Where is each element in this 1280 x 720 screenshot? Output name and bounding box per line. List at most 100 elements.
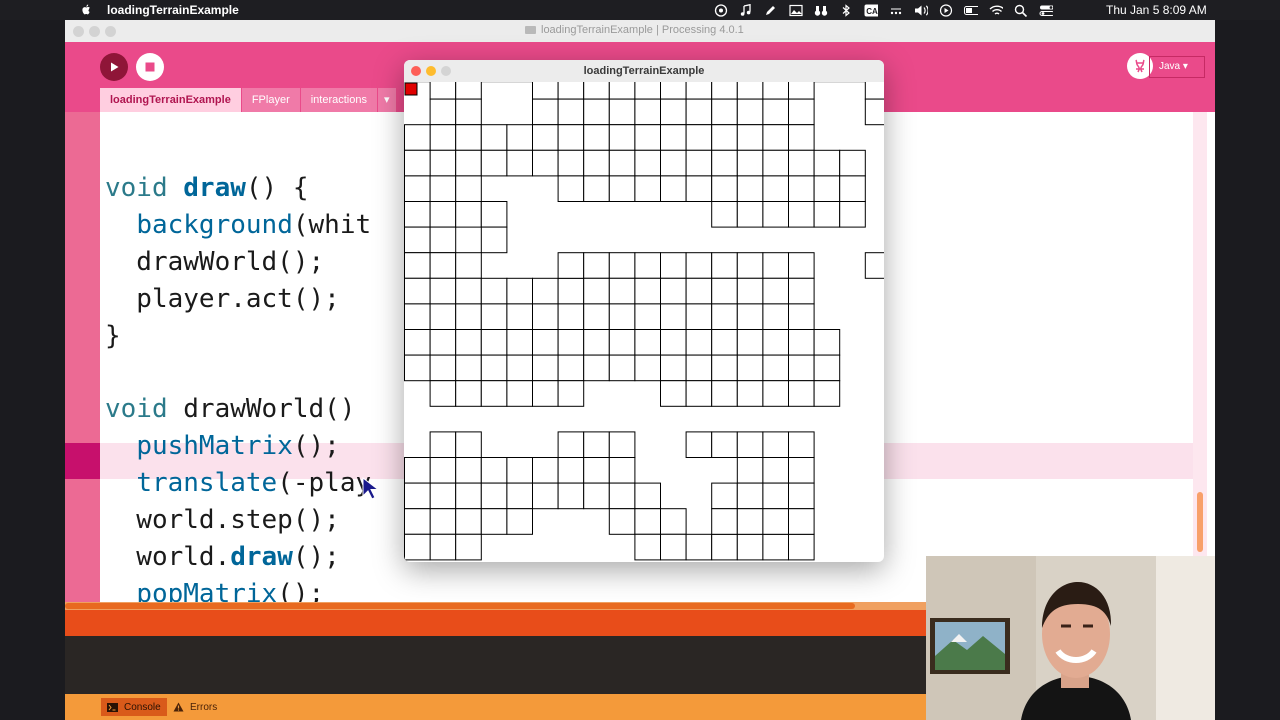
- search-icon[interactable]: [1014, 4, 1028, 17]
- terrain-tile: [788, 533, 815, 561]
- terrain-tile: [557, 277, 585, 305]
- terrain-tile: [788, 252, 815, 279]
- tab-loadingterrainexample[interactable]: loadingTerrainExample: [100, 88, 242, 112]
- terrain-tile: [660, 175, 687, 203]
- terrain-tile: [608, 175, 636, 203]
- bluetooth-icon[interactable]: [839, 3, 853, 17]
- code-line-49[interactable]: void draw() {: [105, 173, 309, 203]
- terrain-tile: [711, 277, 738, 305]
- terrain-tile: [608, 98, 636, 126]
- code-line-52[interactable]: player.act();: [105, 284, 340, 314]
- status-icons: CA: [714, 2, 1053, 18]
- play-triangle-icon: [111, 62, 119, 72]
- terrain-tile: [480, 508, 508, 535]
- terrain-tile: [685, 533, 713, 561]
- sketch-titlebar[interactable]: loadingTerrainExample: [404, 60, 884, 83]
- terrain-tile: [634, 98, 661, 126]
- terrain-tile: [660, 303, 687, 330]
- terrain-tile: [429, 277, 457, 305]
- menu-clock[interactable]: Thu Jan 5 8:09 AM: [1106, 3, 1207, 17]
- terrain-tile: [685, 329, 713, 356]
- terrain-tile: [788, 303, 815, 330]
- terrain-tile: [455, 303, 482, 330]
- terrain-tile: [736, 431, 764, 458]
- terrain-tile: [532, 98, 559, 126]
- terrain-tile: [762, 380, 789, 407]
- terrain-tile: [480, 277, 508, 305]
- stop-button[interactable]: [136, 53, 164, 81]
- terrain-tile: [660, 354, 687, 382]
- wifi-icon[interactable]: [989, 4, 1003, 17]
- terrain-tile: [532, 303, 559, 330]
- code-line-53[interactable]: }: [105, 321, 121, 351]
- pen-icon[interactable]: [764, 4, 778, 17]
- zoom-dot-inactive[interactable]: [105, 26, 116, 37]
- terrain-tile: [788, 124, 815, 151]
- terrain-tile: [762, 252, 789, 279]
- terrain-tile: [583, 303, 610, 330]
- image-icon[interactable]: [789, 4, 803, 17]
- close-dot-inactive[interactable]: [73, 26, 84, 37]
- terrain-tile: [788, 175, 815, 203]
- code-line-58[interactable]: world.step();: [105, 505, 340, 535]
- horizontal-scrollbar-thumb[interactable]: [65, 603, 855, 609]
- run-button[interactable]: [100, 53, 128, 81]
- binoculars-icon[interactable]: [814, 4, 828, 17]
- control-center-icon[interactable]: [1039, 4, 1053, 17]
- processing-titlebar[interactable]: loadingTerrainExample | Processing 4.0.1: [65, 20, 1215, 43]
- console-tab[interactable]: Console: [101, 698, 167, 716]
- sketch-window[interactable]: loadingTerrainExample: [404, 60, 884, 562]
- tab-fplayer[interactable]: FPlayer: [241, 88, 301, 112]
- terrain-tile: [404, 354, 431, 382]
- terrain-tile: [736, 354, 764, 382]
- terrain-tile: [736, 533, 764, 561]
- terrain-tile: [557, 303, 585, 330]
- terrain-tile: [736, 149, 764, 177]
- console-tab-label: Console: [124, 701, 161, 713]
- music-icon[interactable]: [739, 3, 753, 17]
- active-app-name[interactable]: loadingTerrainExample: [107, 3, 239, 17]
- apple-icon[interactable]: [80, 3, 93, 16]
- terrain-tile: [736, 175, 764, 203]
- sketch-canvas[interactable]: [404, 82, 884, 562]
- terrain-tile: [813, 354, 841, 382]
- terrain-tile: [685, 252, 713, 279]
- battery-icon[interactable]: [964, 4, 978, 17]
- terrain-tile: [404, 277, 431, 305]
- code-line-56[interactable]: pushMatrix();: [105, 431, 340, 461]
- terrain-tile: [788, 98, 815, 126]
- mode-selector[interactable]: Java ▾: [1149, 56, 1205, 78]
- terrain-tile: [583, 149, 610, 177]
- terrain-tile: [736, 380, 764, 407]
- code-line-59[interactable]: world.draw();: [105, 542, 340, 572]
- code-line-51[interactable]: drawWorld();: [105, 247, 324, 277]
- errors-tab[interactable]: Errors: [167, 698, 223, 716]
- terrain-tile: [429, 329, 457, 356]
- volume-icon[interactable]: [914, 4, 928, 17]
- terrain-tile: [557, 175, 585, 203]
- creative-cloud-icon[interactable]: [714, 3, 728, 17]
- play-icon[interactable]: [939, 3, 953, 17]
- warning-icon: [173, 702, 184, 712]
- terrain-tile: [429, 303, 457, 330]
- terrain-tile: [506, 380, 534, 407]
- terrain-tile: [608, 303, 636, 330]
- terrain-tile: [480, 354, 508, 382]
- keyboard-ca-icon[interactable]: CA: [864, 4, 878, 17]
- code-line-50[interactable]: background(whit: [105, 210, 371, 240]
- terrain-tile: [634, 329, 661, 356]
- code-line-55[interactable]: void drawWorld(): [105, 394, 355, 424]
- terrain-tile: [608, 457, 636, 484]
- terrain-tile: [685, 149, 713, 177]
- tab-interactions[interactable]: interactions: [300, 88, 378, 112]
- terrain-tile: [532, 277, 559, 305]
- vertical-scrollbar-thumb[interactable]: [1197, 492, 1203, 552]
- terrain-tile: [404, 508, 431, 535]
- tab-menu-button[interactable]: ▾: [378, 88, 397, 112]
- terrain-tile: [736, 201, 764, 228]
- terrain-tile: [429, 457, 457, 484]
- code-line-57[interactable]: translate(-play: [105, 468, 371, 498]
- terrain-tile: [532, 329, 559, 356]
- dots-icon[interactable]: [889, 4, 903, 17]
- minimize-dot-inactive[interactable]: [89, 26, 100, 37]
